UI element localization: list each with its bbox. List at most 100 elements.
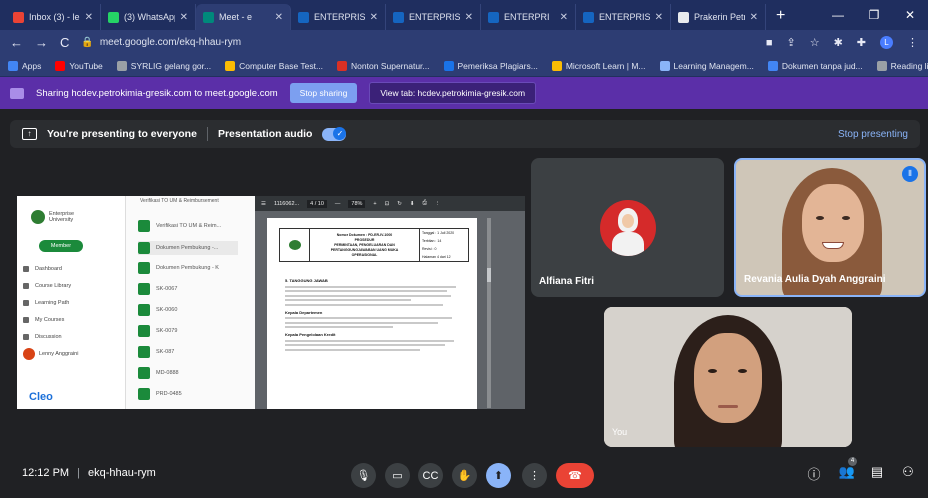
stop-presenting-button[interactable]: Stop presenting xyxy=(838,129,908,140)
view-tab-button[interactable]: View tab: hcdev.petrokimia-gresik.com xyxy=(369,82,537,104)
bookmark-item[interactable]: Learning Managem... xyxy=(659,60,754,71)
menu-item-label: My Courses xyxy=(35,316,65,323)
extensions-area: ■ ⇪ ☆ ✱ ✚ L ⋮ xyxy=(766,36,918,49)
bookmark-star-icon[interactable]: ☆ xyxy=(810,36,820,49)
text-line xyxy=(285,339,455,342)
restore-icon[interactable]: ❐ xyxy=(856,8,892,22)
tab-close-icon[interactable]: ✕ xyxy=(465,12,473,23)
list-item[interactable]: MD-0888 xyxy=(138,367,179,379)
bookmark-item[interactable]: Pemeriksa Plagiars... xyxy=(443,60,538,71)
hand-icon: ✋ xyxy=(457,470,472,482)
list-item[interactable]: SK-087 xyxy=(138,346,174,358)
tab-close-icon[interactable]: ✕ xyxy=(85,12,93,23)
more-options-button[interactable]: ⋮ xyxy=(522,463,547,488)
leave-call-button[interactable]: ☎ xyxy=(556,463,594,488)
new-tab-button[interactable]: + xyxy=(766,4,795,30)
participant-tile-revania[interactable]: ⦀ Revania Aulia Dyah Anggraini xyxy=(734,158,926,297)
text-line xyxy=(285,321,438,324)
minimize-icon[interactable]: — xyxy=(820,8,856,22)
bookmark-item[interactable]: Computer Base Test... xyxy=(225,60,323,71)
browser-tab[interactable]: ENTERPRISE - ✕ xyxy=(291,4,386,30)
list-item[interactable]: Verifikasi TO UM & Reim... xyxy=(138,220,221,232)
pdf-more-icon[interactable]: ⋮ xyxy=(435,201,441,207)
lms-menu-item[interactable]: Dashboard xyxy=(23,260,71,277)
list-item[interactable]: Dokumen Pembukung - K xyxy=(138,262,219,274)
lms-menu-item[interactable]: Learning Path xyxy=(23,294,71,311)
url-field[interactable]: 🔒 meet.google.com/ekq-hhau-rym xyxy=(81,33,753,52)
reload-icon[interactable]: C xyxy=(60,35,69,50)
puzzle-icon[interactable]: ✚ xyxy=(857,36,866,49)
camera-button[interactable]: ▭ xyxy=(385,463,410,488)
raise-hand-button[interactable]: ✋ xyxy=(452,463,477,488)
chat-icon[interactable]: ▤ xyxy=(866,464,888,480)
tab-close-icon[interactable]: ✕ xyxy=(655,12,663,23)
browser-tab[interactable]: Inbox (3) - le ✕ xyxy=(6,4,101,30)
list-item[interactable]: SK-0067 xyxy=(138,283,177,295)
rotate-icon[interactable]: ↻ xyxy=(397,201,402,207)
camera-icon[interactable]: ■ xyxy=(766,37,773,49)
people-icon[interactable]: 👥 xyxy=(836,464,858,480)
lms-menu-item[interactable]: Discussion xyxy=(23,328,71,345)
menu-dots-icon[interactable]: ⋮ xyxy=(907,36,918,49)
bookmark-item[interactable]: Apps xyxy=(8,60,41,71)
bookmark-item[interactable]: Microsoft Learn | M... xyxy=(551,60,646,71)
pdf-menu-icon[interactable]: ☰ xyxy=(261,201,266,207)
forward-icon[interactable]: → xyxy=(35,35,48,50)
browser-tab[interactable]: Meet - e ✕ xyxy=(196,4,291,30)
doc-title-3: PERTANGGUNGJAWABAN UANG MUKA xyxy=(330,248,399,252)
doc-number: Nomor Dokumen : PD-ER-IV-1000 xyxy=(336,233,393,237)
meeting-controls-bar: 12:12 PM | ekq-hhau-rym 🎙 ▭ CC ✋ ⬆ ⋮ ☎ ⓘ… xyxy=(0,453,928,498)
pdf-zoom[interactable]: 78% xyxy=(348,199,366,208)
lms-user[interactable]: Lenny Anggraini xyxy=(23,348,78,360)
bookmark-item[interactable]: SYRLIG gelang gor... xyxy=(116,60,211,71)
presentation-audio-toggle[interactable] xyxy=(322,126,347,141)
participant-tile-alfiana[interactable]: Alfiana Fitri xyxy=(531,158,724,297)
browser-tab[interactable]: ENTERPRISE - ✕ xyxy=(386,4,481,30)
list-item[interactable]: Dokumen Pembukung -... xyxy=(138,241,238,255)
share-icon[interactable]: ⇪ xyxy=(786,36,795,49)
reading-list-button[interactable]: Reading list xyxy=(876,60,928,71)
fit-page-icon[interactable]: ⊡ xyxy=(385,201,390,207)
tab-close-icon[interactable]: ✕ xyxy=(750,12,758,23)
menu-item-label: Course Library xyxy=(35,282,72,289)
member-badge[interactable]: Member xyxy=(39,240,83,252)
browser-tab[interactable]: (3) WhatsApp ✕ xyxy=(101,4,196,30)
participant-name: Alfiana Fitri xyxy=(539,276,595,287)
lms-menu-item[interactable]: Course Library xyxy=(23,277,71,294)
text-line xyxy=(285,290,447,292)
microphone-button[interactable]: 🎙 xyxy=(351,463,376,488)
participant-tile-you[interactable]: You xyxy=(604,307,852,447)
activities-icon[interactable]: ⚇ xyxy=(897,464,919,480)
tab-close-icon[interactable]: ✕ xyxy=(180,12,188,23)
tab-close-icon[interactable]: ✕ xyxy=(560,12,568,23)
lms-menu-item[interactable]: My Courses xyxy=(23,311,71,328)
list-item[interactable]: SK-0079 xyxy=(138,325,177,337)
browser-tab[interactable]: Prakerin Petr ✕ xyxy=(671,4,766,30)
meeting-details-icon[interactable]: ⓘ xyxy=(803,464,825,483)
pdf-scrollbar[interactable] xyxy=(487,218,491,408)
list-item[interactable]: PRD-0485 xyxy=(138,388,182,400)
bookmark-item[interactable]: YouTube xyxy=(55,60,103,71)
zoom-out-icon[interactable]: — xyxy=(335,201,341,207)
pdf-page-indicator[interactable]: 4 / 10 xyxy=(307,199,327,208)
extension-icon[interactable]: ✱ xyxy=(834,36,843,49)
browser-tab[interactable]: ENTERPRI ✕ xyxy=(481,4,576,30)
tab-close-icon[interactable]: ✕ xyxy=(370,12,378,23)
present-now-button[interactable]: ⬆ xyxy=(486,463,511,488)
tab-title: ENTERPRISE - xyxy=(409,12,460,22)
print-icon[interactable]: ⎙ xyxy=(422,200,426,207)
list-item[interactable]: SK-0060 xyxy=(138,304,177,316)
browser-tab[interactable]: ENTERPRISE - ✕ xyxy=(576,4,671,30)
bookmark-item[interactable]: Nonton Supernatur... xyxy=(337,60,430,71)
profile-avatar[interactable]: L xyxy=(880,36,893,49)
captions-button[interactable]: CC xyxy=(418,463,443,488)
close-window-icon[interactable]: ✕ xyxy=(892,8,928,22)
back-icon[interactable]: ← xyxy=(10,35,23,50)
menu-item-label: Dashboard xyxy=(35,265,62,272)
tab-close-icon[interactable]: ✕ xyxy=(275,12,283,23)
stop-sharing-button[interactable]: Stop sharing xyxy=(289,83,358,103)
pdf-page: Nomor Dokumen : PD-ER-IV-1000 PROSEDUR P… xyxy=(267,218,477,409)
zoom-in-icon[interactable]: + xyxy=(373,201,376,207)
bookmark-item[interactable]: Dokumen tanpa jud... xyxy=(767,60,863,71)
download-icon[interactable]: ⬇ xyxy=(410,201,415,207)
